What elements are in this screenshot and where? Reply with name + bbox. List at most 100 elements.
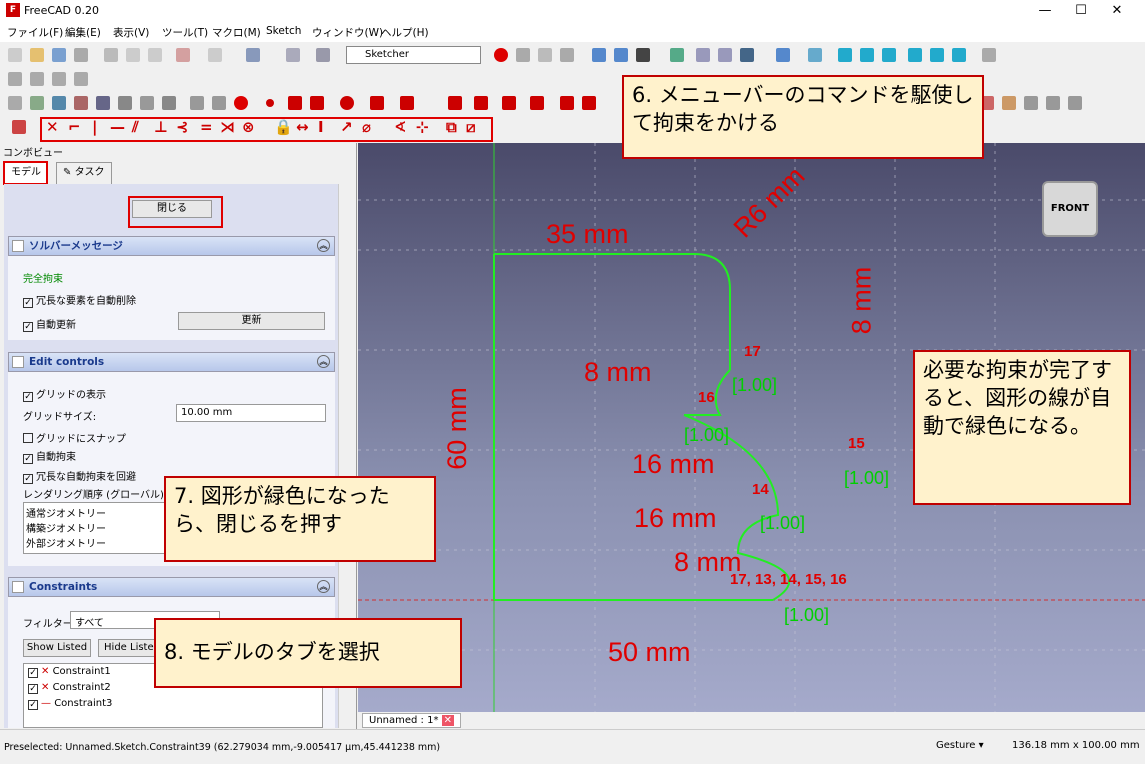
collapse-icon[interactable]: ︽ — [317, 580, 330, 593]
polygon-icon[interactable] — [502, 96, 516, 110]
menu-window[interactable]: ウィンドウ(W) — [312, 25, 383, 40]
render-order-item[interactable]: 外部ジオメトリー — [26, 535, 180, 550]
show-listed-button[interactable]: Show Listed — [23, 639, 91, 657]
section-view-icon[interactable] — [190, 96, 204, 110]
left-view-icon[interactable] — [952, 48, 966, 62]
navigation-style[interactable]: Gesture ▾ — [936, 740, 984, 751]
dim-ref-3[interactable]: [1.00] — [844, 468, 889, 489]
new-icon[interactable] — [8, 48, 22, 62]
copy-icon[interactable] — [126, 48, 140, 62]
stop-operation-icon[interactable] — [234, 96, 248, 110]
auto-remove-checkbox[interactable]: ✓ 冗長な要素を自動削除 — [23, 292, 136, 308]
trim-icon[interactable] — [582, 96, 596, 110]
line-icon[interactable] — [288, 96, 302, 110]
cut-icon[interactable] — [104, 48, 118, 62]
macro-icon[interactable] — [246, 48, 260, 62]
dim-ref-5[interactable]: [1.00] — [784, 605, 829, 626]
menu-macro[interactable]: マクロ(M) — [212, 25, 261, 40]
part-icon[interactable] — [8, 72, 22, 86]
group-icon[interactable] — [30, 72, 44, 86]
select-redundant-icon[interactable] — [1002, 96, 1016, 110]
leave-sketch-icon[interactable] — [30, 96, 44, 110]
front-view-icon[interactable] — [838, 48, 852, 62]
draw-style-icon[interactable] — [636, 48, 650, 62]
auto-update-checkbox[interactable]: ✓ 自動更新 — [23, 316, 76, 332]
maximize-button[interactable]: ☐ — [1063, 0, 1099, 22]
navigation-cube[interactable]: FRONT — [1042, 181, 1098, 237]
collapse-icon[interactable]: ︽ — [317, 355, 330, 368]
bottom-view-icon[interactable] — [930, 48, 944, 62]
dim-60mm[interactable]: 60 mm — [442, 387, 473, 470]
auto-constraint-checkbox[interactable]: ✓ 自動拘束 — [23, 448, 76, 464]
fit-all-icon[interactable] — [592, 48, 606, 62]
slot-icon[interactable] — [530, 96, 544, 110]
paste-icon[interactable] — [148, 48, 162, 62]
snap-grid-checkbox[interactable]: グリッドにスナップ — [23, 430, 126, 445]
forward-icon[interactable] — [718, 48, 732, 62]
show-grid-checkbox[interactable]: ✓ グリッドの表示 — [23, 386, 106, 402]
grid-size-input[interactable]: 10.00 mm — [176, 404, 326, 422]
merge-sketch-icon[interactable] — [140, 96, 154, 110]
right-view-icon[interactable] — [882, 48, 896, 62]
select-elements-icon[interactable] — [1068, 96, 1082, 110]
map-sketch-icon[interactable] — [74, 96, 88, 110]
menu-tools[interactable]: ツール(T) — [162, 25, 208, 40]
link-icon[interactable] — [52, 72, 66, 86]
mirror-sketch-icon[interactable] — [162, 96, 176, 110]
dim-35mm[interactable]: 35 mm — [546, 219, 629, 250]
close-tab-icon[interactable]: ✕ — [441, 715, 455, 726]
stop-macro-icon[interactable] — [516, 48, 530, 62]
constraints-header[interactable]: Constraints ︽ — [8, 577, 335, 597]
redo-icon[interactable] — [208, 48, 222, 62]
render-order-item[interactable]: 通常ジオメトリー — [26, 505, 180, 520]
dim-ref-2[interactable]: [1.00] — [684, 425, 729, 446]
std-view-icon[interactable] — [740, 48, 754, 62]
close-button[interactable]: ✕ — [1099, 0, 1135, 22]
top-view-icon[interactable] — [860, 48, 874, 62]
validate-sketch-icon[interactable] — [118, 96, 132, 110]
constraint-item[interactable]: ✓ — Constraint3 — [24, 696, 322, 712]
undo-icon[interactable] — [176, 48, 190, 62]
reorient-sketch-icon[interactable] — [96, 96, 110, 110]
measure-icon[interactable] — [982, 48, 996, 62]
dim-50mm[interactable]: 50 mm — [608, 637, 691, 668]
dim-8mm-a[interactable]: 8 mm — [584, 357, 652, 388]
whats-this-icon[interactable] — [316, 48, 330, 62]
solver-section-header[interactable]: ソルバーメッセージ ︽ — [8, 236, 335, 256]
select-origin-icon[interactable] — [1024, 96, 1038, 110]
render-order-list[interactable]: 通常ジオメトリー 構築ジオメトリー 外部ジオメトリー — [23, 502, 183, 554]
point-icon[interactable] — [266, 99, 274, 107]
arc-icon[interactable] — [310, 96, 324, 110]
dim-16mm-b[interactable]: 16 mm — [634, 503, 717, 534]
record-macro-icon[interactable] — [494, 48, 508, 62]
new-sketch-icon[interactable] — [8, 96, 22, 110]
update-button[interactable]: 更新 — [178, 312, 325, 330]
tab-task[interactable]: ✎ タスク — [56, 162, 112, 184]
grid-icon[interactable] — [212, 96, 226, 110]
avoid-redundant-checkbox[interactable]: ✓ 冗長な自動拘束を回避 — [23, 468, 136, 484]
menu-sketch[interactable]: Sketch — [266, 25, 301, 37]
dim-ref-4[interactable]: [1.00] — [760, 513, 805, 534]
view-sketch-icon[interactable] — [52, 96, 66, 110]
back-icon[interactable] — [696, 48, 710, 62]
menu-file[interactable]: ファイル(F) — [7, 25, 63, 40]
bounding-box-icon[interactable] — [670, 48, 684, 62]
zoom-icon[interactable] — [776, 48, 790, 62]
dim-16mm-a[interactable]: 16 mm — [632, 449, 715, 480]
circle-icon[interactable] — [340, 96, 354, 110]
edit-macro-icon[interactable] — [538, 48, 552, 62]
dim-ref-1[interactable]: [1.00] — [732, 375, 777, 396]
collapse-icon[interactable]: ︽ — [317, 239, 330, 252]
run-macro-icon[interactable] — [560, 48, 574, 62]
minimize-button[interactable]: — — [1027, 0, 1063, 22]
bspline-icon[interactable] — [400, 96, 414, 110]
conic-icon[interactable] — [370, 96, 384, 110]
menu-edit[interactable]: 編集(E) — [65, 25, 101, 40]
menu-view[interactable]: 表示(V) — [113, 25, 149, 40]
fit-selection-icon[interactable] — [614, 48, 628, 62]
dim-8mm-vertical[interactable]: 8 mm — [846, 267, 877, 335]
save-icon[interactable] — [52, 48, 66, 62]
render-order-item[interactable]: 構築ジオメトリー — [26, 520, 180, 535]
axo-view-icon[interactable] — [808, 48, 822, 62]
edit-controls-header[interactable]: Edit controls ︽ — [8, 352, 335, 372]
